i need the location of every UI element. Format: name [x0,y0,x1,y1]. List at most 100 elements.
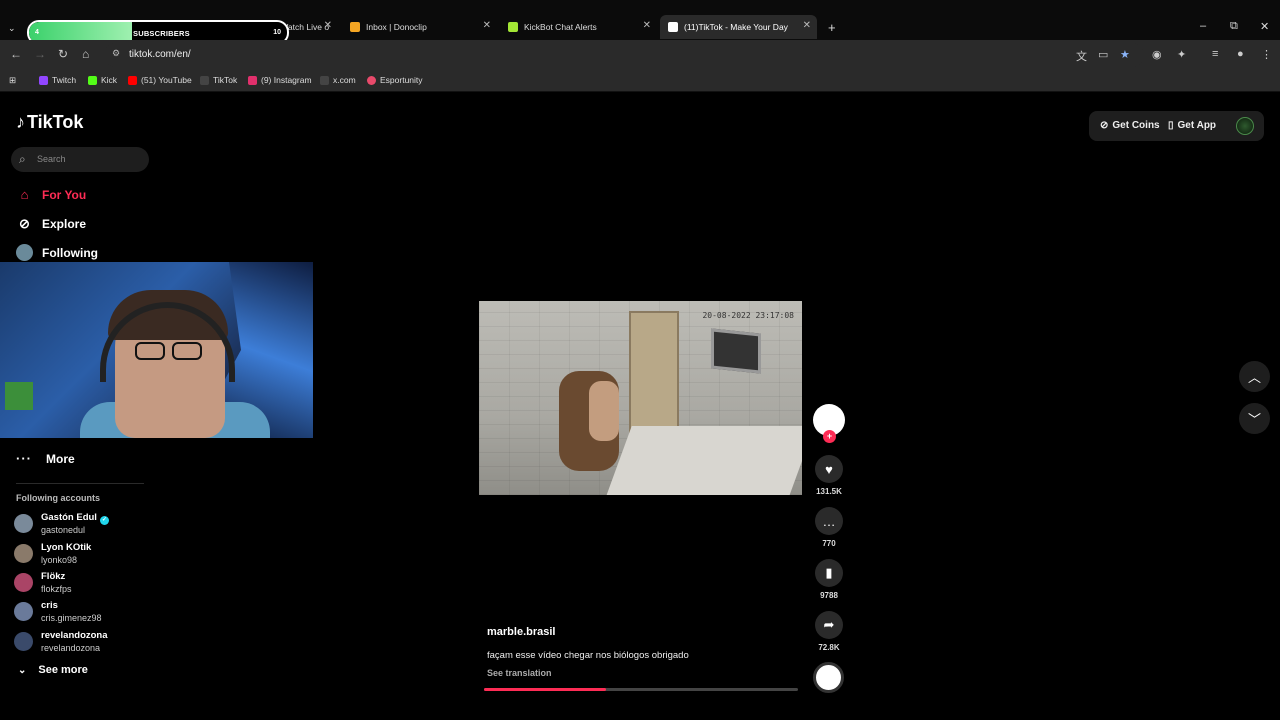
bookmark-esportunity[interactable]: Esportunity [367,75,423,85]
bookmark-youtube[interactable]: (51) YouTube [128,75,192,85]
bookmark-icon[interactable]: ▮ [815,559,843,587]
following-account-item[interactable]: Lyon KOtik lyonko98 [14,542,164,570]
share-action[interactable]: ➦ 72.8K [815,611,843,652]
account-handle: gastonedul [41,525,86,535]
nav-explore[interactable]: ⊘ Explore [16,215,86,232]
youtube-icon [128,75,137,85]
avatar [14,602,33,621]
nav-more[interactable]: ··· More [16,451,75,466]
following-account-item[interactable]: revelandozona revelandozona [14,630,164,658]
following-account-item[interactable]: Gastón Edul ✓ gastonedul [14,512,164,540]
video-player[interactable]: 20-08-2022 23:17:08 [479,301,802,495]
close-icon[interactable]: ✕ [483,20,491,31]
close-window-icon[interactable]: ✕ [1260,20,1269,33]
subscriber-label: SUBSCRIBERS [133,29,190,38]
share-icon[interactable]: ➦ [815,611,843,639]
new-tab-button[interactable]: + [820,15,840,39]
follow-plus-icon[interactable]: + [823,430,836,443]
tab-search-button[interactable]: ⌄ [0,16,26,40]
creeper-figure [5,382,33,410]
verified-icon: ✓ [99,516,109,525]
bookmark-kick[interactable]: Kick [88,75,117,85]
tab-label: Inbox | Donoclip [366,22,427,32]
address-bar-row: ← → ↻ ⌂ ⚙ tiktok.com/en/ 文 ▭ ★ ◉ ✦ ≡ ● ⋮ [0,40,1280,70]
close-icon[interactable]: ✕ [324,20,332,31]
back-icon[interactable]: ← [10,47,22,61]
account-name-row: Gastón Edul ✓ [41,512,109,525]
previous-video-button[interactable]: ︿ [1239,361,1270,392]
creator-avatar[interactable]: + [813,404,845,443]
get-coins-button[interactable]: ⊘ Get Coins [1100,120,1160,131]
donoclip-icon [350,22,360,32]
glasses-right [172,342,202,360]
bookmark-x[interactable]: x.com [320,75,356,85]
save-action[interactable]: ▮ 9788 [815,559,843,600]
extension-icon[interactable]: ◉ [1152,48,1162,61]
site-info-icon[interactable]: ⚙ [112,48,120,59]
share-count: 72.8K [818,643,840,652]
bookmark-twitch[interactable]: Twitch [39,75,76,85]
avatar [14,514,33,533]
logo-text: TikTok [27,112,84,132]
get-coins-label: Get Coins [1112,120,1160,131]
tab-tiktok[interactable]: (11)TikTok - Make Your Day ✕ [660,15,817,39]
video-progress-bar[interactable] [484,688,798,691]
translate-icon[interactable]: 文 [1076,48,1087,64]
avatar [14,573,33,592]
chevron-up-icon: ︿ [1247,370,1261,385]
avatar [14,544,33,563]
music-disc-icon[interactable] [813,662,844,693]
tab-kickbot[interactable]: KickBot Chat Alerts ✕ [500,15,657,39]
top-actions: ⊘ Get Coins ▯ Get App [1089,111,1264,141]
next-video-button[interactable]: ﹀ [1239,403,1270,434]
cast-icon[interactable]: ▭ [1098,48,1108,61]
nav-for-you[interactable]: ⌂ For You [16,186,87,203]
like-action[interactable]: ♥ 131.5K [815,455,843,496]
account-handle: flokzfps [41,584,72,594]
video-author[interactable]: marble.brasil [487,626,555,638]
account-handle: cris.gimenez98 [41,613,102,623]
forward-icon[interactable]: → [34,47,46,61]
video-window [711,328,761,374]
home-icon[interactable]: ⌂ [82,47,89,61]
close-icon[interactable]: ✕ [803,20,811,31]
avatar [14,632,33,651]
bookmark-tiktok[interactable]: TikTok [200,75,237,85]
bookmark-star-icon[interactable]: ★ [1120,48,1130,61]
following-account-item[interactable]: Flökz flokzfps [14,571,164,599]
minimize-icon[interactable]: – [1200,20,1206,32]
account-name: Lyon KOtik [41,542,92,553]
get-app-button[interactable]: ▯ Get App [1168,120,1216,131]
account-handle: revelandozona [41,643,101,653]
comment-action[interactable]: … 770 [815,507,843,548]
see-translation-link[interactable]: See translation [487,668,552,678]
user-avatar[interactable] [1236,117,1254,135]
home-icon: ⌂ [20,187,29,202]
tiktok-note-icon: ♪ [16,112,25,132]
comment-icon[interactable]: … [815,507,843,535]
following-avatar-icon [16,244,33,261]
url-bar[interactable]: ⚙ tiktok.com/en/ [104,43,1144,67]
account-name: revelandozona [41,630,108,641]
heart-icon[interactable]: ♥ [815,455,843,483]
search-input[interactable]: ⌕ Search [11,147,149,172]
close-icon[interactable]: ✕ [643,20,651,31]
following-account-item[interactable]: cris cris.gimenez98 [14,600,164,628]
media-icon[interactable]: ≡ [1212,48,1218,60]
see-more-button[interactable]: ⌄ See more [18,664,88,676]
see-more-label: See more [38,664,88,676]
glasses-left [135,342,165,360]
profile-icon[interactable]: ● [1237,48,1244,60]
tiktok-logo[interactable]: ♪ TikTok [16,112,83,133]
search-icon: ⌕ [19,152,26,166]
tab-donoclip[interactable]: Inbox | Donoclip ✕ [342,15,497,39]
puzzle-icon[interactable]: ✦ [1177,48,1186,61]
bookmark-instagram[interactable]: (9) Instagram [248,75,312,85]
nav-label: Following [42,245,98,260]
menu-icon[interactable]: ⋮ [1261,48,1272,61]
restore-icon[interactable]: ⧉ [1230,20,1238,33]
nav-following[interactable]: Following [16,244,98,261]
reload-icon[interactable]: ↻ [58,47,68,61]
search-placeholder: Search [37,154,66,164]
apps-icon[interactable]: ⊞ [9,75,16,86]
